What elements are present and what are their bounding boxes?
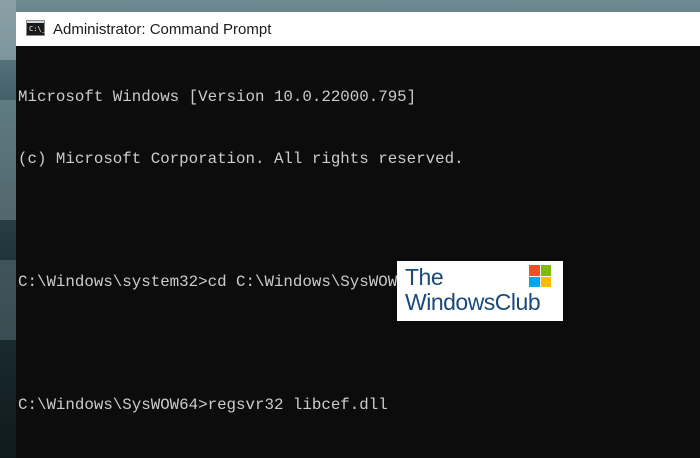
logo-square-blue xyxy=(529,276,540,287)
console-line: C:\Windows\system32>cd C:\Windows\SysWOW… xyxy=(18,272,417,291)
logo-square-red xyxy=(529,265,540,276)
watermark-line-1: The xyxy=(405,264,444,290)
console-output[interactable]: Microsoft Windows [Version 10.0.22000.79… xyxy=(18,46,700,458)
logo-square-yellow xyxy=(540,276,551,287)
window-title: Administrator: Command Prompt xyxy=(53,20,272,38)
background-streak xyxy=(0,0,16,60)
background-streak xyxy=(0,260,16,340)
logo-square-green xyxy=(540,265,551,276)
console-line: (c) Microsoft Corporation. All rights re… xyxy=(18,149,464,168)
thewindowsclub-watermark: The WindowsClub xyxy=(397,261,563,321)
window-titlebar[interactable]: C:\_ Administrator: Command Prompt xyxy=(16,12,700,46)
console-line: Microsoft Windows [Version 10.0.22000.79… xyxy=(18,88,417,106)
background-streak xyxy=(0,100,16,220)
console-line: C:\Windows\SysWOW64>regsvr32 libcef.dll xyxy=(18,395,388,414)
command-prompt-icon: C:\_ xyxy=(26,20,46,36)
watermark-line-2: WindowsClub xyxy=(405,289,541,315)
command-prompt-window[interactable]: C:\_ Administrator: Command Prompt Micro… xyxy=(16,12,700,458)
windows-logo-icon xyxy=(529,265,551,287)
watermark-text: The WindowsClub xyxy=(405,264,541,315)
